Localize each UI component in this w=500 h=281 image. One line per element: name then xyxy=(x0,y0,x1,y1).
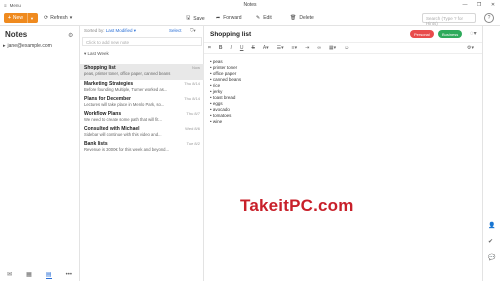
font-color-icon[interactable]: A▾ xyxy=(263,45,269,51)
save-button[interactable]: 🖫 Save xyxy=(186,15,205,23)
new-label: New xyxy=(12,15,23,21)
note-date: Thu 8/14 xyxy=(184,81,200,86)
underline-icon[interactable]: U xyxy=(240,45,244,51)
link-icon[interactable]: ∞ xyxy=(317,45,321,51)
chevron-down-icon[interactable]: ▼ xyxy=(28,16,34,21)
note-date: Wed 8/6 xyxy=(185,126,200,131)
sort-label: Sorted by: xyxy=(84,28,105,33)
table-icon[interactable]: ▦▾ xyxy=(329,45,336,51)
chevron-down-icon: ▾ xyxy=(84,51,87,56)
sidebar-item-account[interactable]: ▸ jane@example.com xyxy=(3,43,52,49)
chat-icon[interactable]: 💬 xyxy=(488,254,495,261)
window-title: Notes xyxy=(243,2,257,8)
select-button[interactable]: Select xyxy=(169,28,182,33)
indent-icon[interactable]: ⇥ xyxy=(305,45,309,51)
calendar-icon[interactable]: ▦ xyxy=(26,271,32,278)
italic-icon[interactable]: I xyxy=(230,45,231,51)
list-item[interactable]: Marketing Strategies Thu 8/14 Before fou… xyxy=(80,80,204,96)
forward-icon: ➦ xyxy=(216,15,221,21)
delete-button[interactable]: 🗑 Delete xyxy=(290,15,314,21)
note-date: Now xyxy=(191,65,200,70)
note-snippet: Sidebar will continue with this video an… xyxy=(84,132,162,137)
note-snippet: We need to create some path that will fi… xyxy=(84,117,162,122)
help-icon[interactable]: ? xyxy=(484,13,494,23)
delete-label: Delete xyxy=(299,15,314,21)
edit-label: Edit xyxy=(263,15,272,21)
note-list-header: Sorted by: Last Modified ▾ Select ⛉▾ xyxy=(80,28,204,36)
window-controls: — ❐ ✕ xyxy=(458,0,500,10)
note-editor: Shopping list Personal Business ◌▾ ⌗ B I… xyxy=(204,26,482,281)
list-item[interactable]: Bank lists Tue 8/2 Revenue is 3000€ for … xyxy=(80,140,204,156)
minimize-icon[interactable]: — xyxy=(458,0,472,10)
align-icon[interactable]: ≡▾ xyxy=(292,45,297,51)
bold-icon[interactable]: B xyxy=(219,45,223,51)
forward-button[interactable]: ➦ Forward xyxy=(216,15,242,21)
plus-icon: + xyxy=(8,15,11,21)
filter-icon[interactable]: ⛉▾ xyxy=(190,28,196,34)
more-icon[interactable]: ••• xyxy=(66,272,72,278)
refresh-icon: ⟳ xyxy=(44,15,49,21)
module-switcher: ✉ ▦ ▤ ••• xyxy=(0,268,80,281)
note-title-heading[interactable]: Shopping list xyxy=(210,31,251,38)
settings-icon[interactable]: ⚙▾ xyxy=(467,45,474,51)
hamburger-icon: ≡ xyxy=(4,2,7,8)
mail-icon[interactable]: ✉ xyxy=(7,271,12,278)
tag-personal[interactable]: Personal xyxy=(410,30,434,38)
menu-label: Menu xyxy=(9,2,21,8)
add-note-input[interactable]: Click to add new note xyxy=(82,37,202,46)
maximize-icon[interactable]: ❐ xyxy=(472,0,486,10)
tag-business[interactable]: Business xyxy=(438,30,463,38)
chevron-down-icon: ▾ xyxy=(69,15,73,21)
gear-icon[interactable]: ⚙ xyxy=(68,32,73,39)
font-size-icon[interactable]: ⌗ xyxy=(208,45,211,51)
sidebar-title: Notes xyxy=(5,30,28,39)
save-label: Save xyxy=(193,16,205,22)
list-item[interactable]: Plans for December Thu 8/14 Lectures wil… xyxy=(80,95,204,111)
save-icon: 🖫 xyxy=(186,15,191,21)
note-snippet: Lectures will take place in Menlo Park, … xyxy=(84,102,165,107)
folder-sidebar: Notes ⚙ ▸ jane@example.com xyxy=(0,26,80,268)
group-header[interactable]: ▾ Last Week xyxy=(84,51,109,57)
format-toolbar: ⌗ B I U S A▾ ☰▾ ≡▾ ⇥ ∞ ▦▾ ☺ ⚙▾ xyxy=(204,42,482,54)
list-item[interactable]: Consulted with Michael Wed 8/6 Sidebar w… xyxy=(80,125,204,141)
search-input[interactable]: Search (Type ? for Hints) xyxy=(422,13,476,26)
tag-menu-icon[interactable]: ◌▾ xyxy=(470,30,477,37)
watermark-text: TakeitPC.com xyxy=(240,196,354,215)
close-icon[interactable]: ✕ xyxy=(486,0,500,10)
note-date: Thu 8/14 xyxy=(184,96,200,101)
title-bar: ≡ Menu Notes — ❐ ✕ xyxy=(0,0,500,10)
note-date: Thu 8/7 xyxy=(186,111,200,116)
group-label: Last Week xyxy=(87,51,109,56)
right-rail: 👤 ✔ 💬 xyxy=(482,26,500,281)
checkmark-icon[interactable]: ✔ xyxy=(488,238,493,245)
strikethrough-icon[interactable]: S xyxy=(251,45,254,51)
note-list: Sorted by: Last Modified ▾ Select ⛉▾ Cli… xyxy=(80,26,204,281)
new-button[interactable]: + New ▼ xyxy=(4,13,38,23)
note-body[interactable]: peas printer toner office paper canned b… xyxy=(210,59,241,125)
forward-label: Forward xyxy=(223,15,242,21)
pencil-icon: ✎ xyxy=(256,15,261,21)
refresh-label: Refresh xyxy=(50,15,68,21)
emoji-icon[interactable]: ☺ xyxy=(344,45,349,51)
note-snippet: peas, printer toner, office paper, canne… xyxy=(84,71,171,76)
sort-value: Last Modified ▾ xyxy=(105,28,137,33)
trash-icon: 🗑 xyxy=(290,15,297,21)
sort-dropdown[interactable]: Sorted by: Last Modified ▾ xyxy=(84,28,136,34)
edit-button[interactable]: ✎ Edit xyxy=(256,15,272,21)
notes-icon[interactable]: ▤ xyxy=(45,271,52,279)
list-item[interactable]: Workflow Plans Thu 8/7 We need to create… xyxy=(80,110,204,126)
refresh-button[interactable]: ⟳ Refresh ▾ xyxy=(44,15,72,21)
note-snippet: Before founding Multiple, Turner worked … xyxy=(84,87,168,92)
note-snippet: Revenue is 3000€ for this week and beyon… xyxy=(84,147,169,152)
bullet-list-icon[interactable]: ☰▾ xyxy=(277,45,284,51)
chevron-right-icon: ▸ xyxy=(3,43,6,49)
list-item: wine xyxy=(210,119,241,125)
note-date: Tue 8/2 xyxy=(186,141,200,146)
list-item[interactable]: Shopping list Now peas, printer toner, o… xyxy=(80,64,204,80)
contact-icon[interactable]: 👤 xyxy=(488,222,495,229)
account-email: jane@example.com xyxy=(7,43,52,49)
menu-button[interactable]: ≡ Menu xyxy=(0,3,21,8)
main-toolbar: + New ▼ ⟳ Refresh ▾ 🖫 Save ➦ Forward ✎ E… xyxy=(0,10,500,26)
